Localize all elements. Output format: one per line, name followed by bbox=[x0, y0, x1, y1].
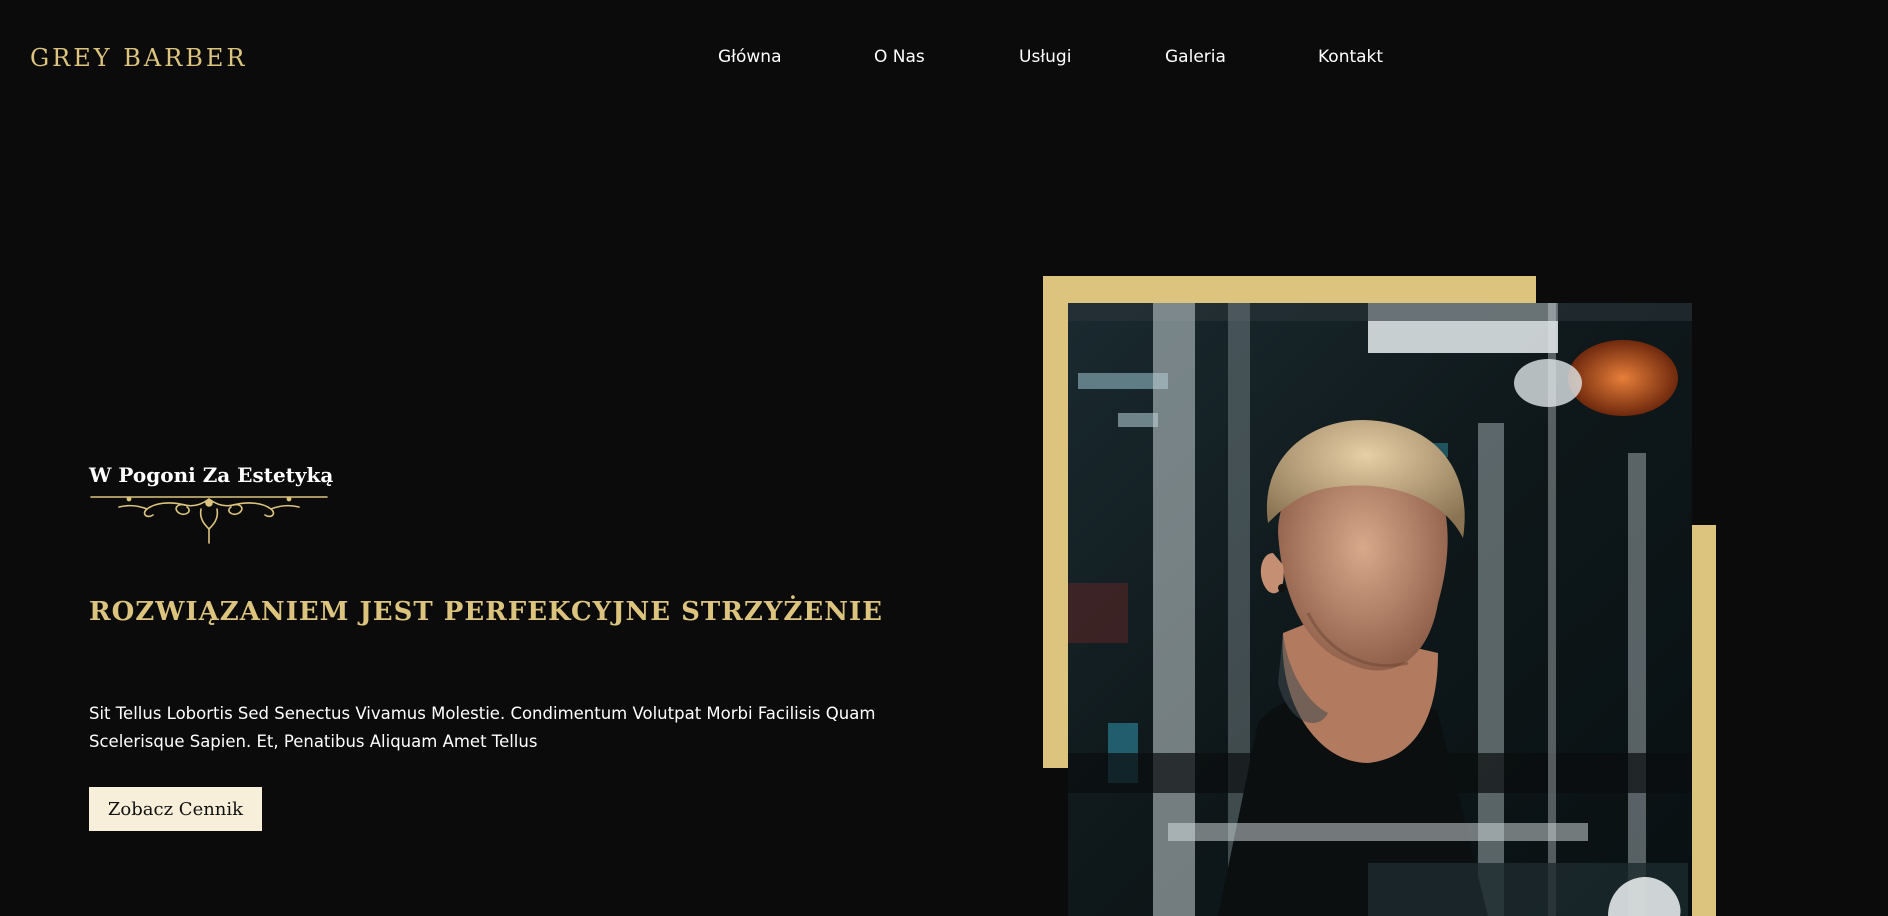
nav-item-kontakt[interactable]: Kontakt bbox=[1318, 47, 1383, 67]
barber-photo-illustration bbox=[1068, 303, 1692, 916]
hero-description: Sit Tellus Lobortis Sed Senectus Vivamus… bbox=[89, 704, 876, 751]
see-pricing-button[interactable]: Zobacz Cennik bbox=[89, 787, 262, 831]
flourish-divider-icon bbox=[90, 496, 328, 544]
nav-item-o-nas[interactable]: O Nas bbox=[874, 47, 925, 67]
hero-headline: ROZWIĄZANIEM JEST PERFEKCYJNE STRZYŻENIE bbox=[89, 597, 883, 627]
barber-photo bbox=[1068, 303, 1692, 916]
hero-tagline: W Pogoni Za Estetyką bbox=[89, 463, 334, 545]
nav-item-uslugi[interactable]: Usługi bbox=[1019, 47, 1071, 67]
nav-item-glowna[interactable]: Główna bbox=[718, 47, 782, 67]
tagline-text: W Pogoni Za Estetyką bbox=[89, 463, 334, 487]
nav-item-galeria[interactable]: Galeria bbox=[1165, 47, 1226, 67]
main-navigation: Główna O Nas Usługi Galeria Kontakt bbox=[0, 47, 1888, 71]
